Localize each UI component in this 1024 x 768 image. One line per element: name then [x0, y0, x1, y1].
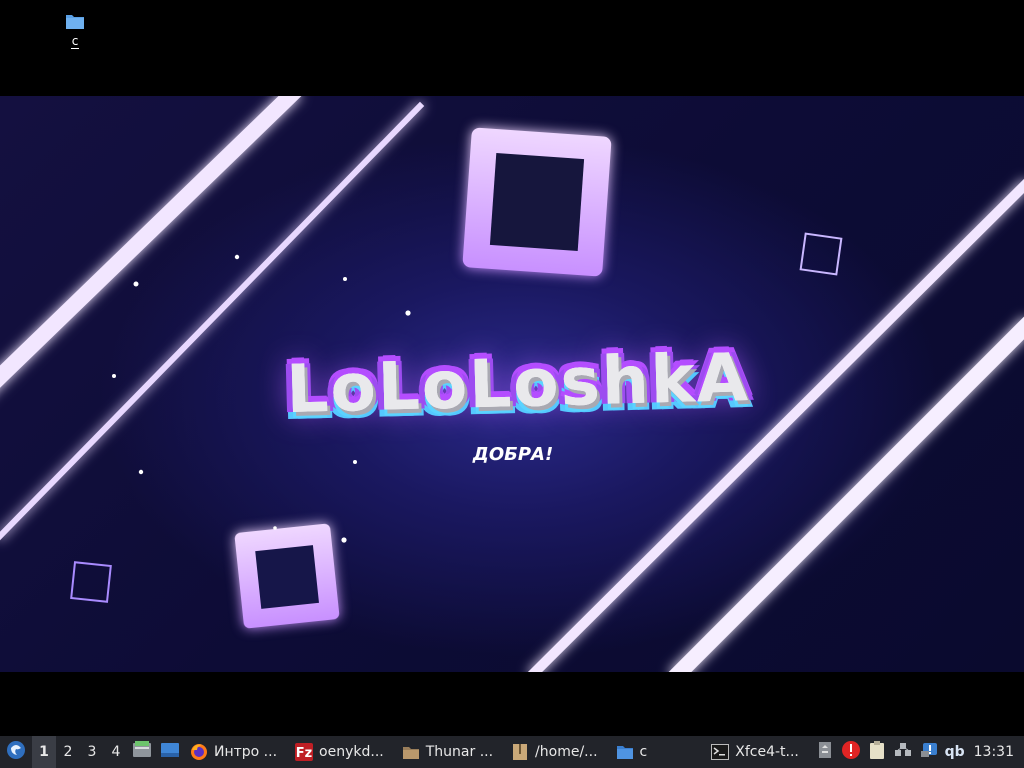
updates-icon — [920, 741, 938, 763]
file-manager-icon — [132, 741, 152, 763]
task-firefox[interactable]: Интро ... — [184, 736, 283, 768]
wallpaper-logo-text: LoLoLoshkA — [285, 338, 751, 428]
svg-text:Fz: Fz — [296, 746, 312, 761]
tray-updates[interactable] — [916, 736, 942, 768]
task-label: Thunar ... — [425, 744, 494, 760]
disk-icon — [818, 741, 832, 763]
show-desktop-icon — [160, 742, 180, 762]
task-thunar[interactable]: Thunar ... — [396, 736, 499, 768]
desktop-icon-label: c — [70, 34, 80, 49]
glowing-square — [234, 523, 340, 629]
wallpaper-image: LoLoLoshkA ДОБРА! — [0, 96, 1024, 672]
glowing-square — [462, 127, 612, 277]
tray-disk[interactable] — [812, 736, 838, 768]
desktop-folder-c[interactable]: c — [58, 12, 92, 58]
thunar-icon — [402, 743, 420, 761]
folder-icon — [65, 12, 85, 30]
workspace-2[interactable]: 2 — [56, 736, 80, 768]
task-label: Xfce4-t... — [735, 744, 799, 760]
outline-square — [799, 232, 843, 276]
clipboard-icon — [868, 740, 886, 764]
show-desktop-button[interactable] — [156, 736, 184, 768]
outline-square — [70, 561, 112, 603]
folder-icon — [616, 743, 634, 761]
file-manager-launcher[interactable] — [128, 736, 156, 768]
task-label: oenykd... — [319, 744, 384, 760]
workspace-3[interactable]: 3 — [80, 736, 104, 768]
alert-icon — [841, 740, 861, 764]
task-label: /home/... — [535, 744, 598, 760]
wallpaper-subtitle: ДОБРА! — [472, 444, 554, 465]
task-filezilla[interactable]: Fz oenykd... — [289, 736, 390, 768]
clock[interactable]: 13:31 — [968, 736, 1024, 768]
app-menu-icon — [6, 740, 26, 764]
firefox-icon — [190, 743, 208, 761]
tray-qbittorrent[interactable]: qb — [942, 736, 968, 768]
app-menu-button[interactable] — [0, 736, 32, 768]
task-label: Интро ... — [214, 744, 278, 760]
workspace-4[interactable]: 4 — [104, 736, 128, 768]
tray-network[interactable] — [890, 736, 916, 768]
task-label: c — [639, 744, 648, 760]
tray-clipboard[interactable] — [864, 736, 890, 768]
task-archive[interactable]: /home/... — [505, 736, 603, 768]
terminal-icon — [711, 743, 730, 761]
task-folder-c[interactable]: c — [610, 736, 654, 768]
qbittorrent-icon: qb — [944, 744, 965, 760]
tray-alert[interactable] — [838, 736, 864, 768]
workspace-1[interactable]: 1 — [32, 736, 56, 768]
taskbar: 1 2 3 4 Интро ... Fz oenykd... Thunar ..… — [0, 736, 1024, 768]
filezilla-icon: Fz — [295, 743, 314, 761]
task-terminal[interactable]: Xfce4-t... — [705, 736, 805, 768]
archive-icon — [511, 743, 529, 761]
network-icon — [894, 741, 912, 763]
